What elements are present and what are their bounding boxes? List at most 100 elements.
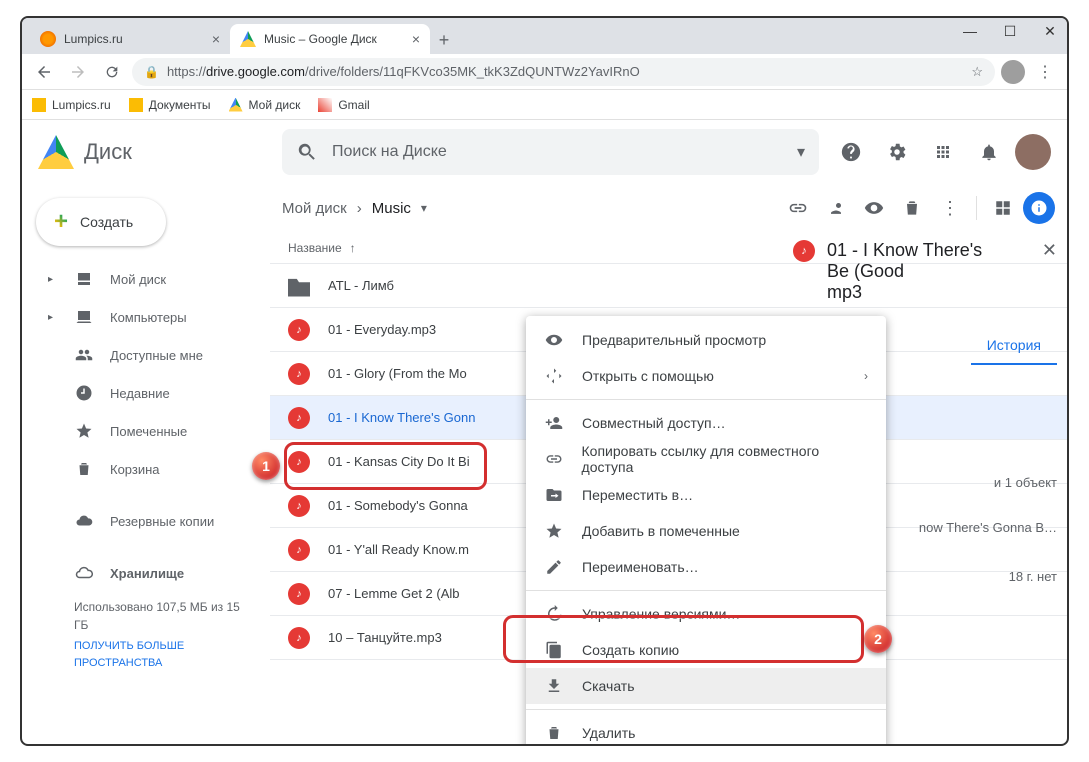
- context-menu: Предварительный просмотр Открыть с помощ…: [526, 316, 886, 746]
- audio-icon: ♪: [288, 451, 310, 473]
- close-icon[interactable]: ×: [212, 31, 220, 47]
- apps-button[interactable]: [923, 132, 963, 172]
- preview-button[interactable]: [856, 190, 892, 226]
- maximize-button[interactable]: ☐: [1001, 22, 1019, 40]
- copy-icon: [544, 640, 564, 660]
- close-icon[interactable]: ✕: [1042, 240, 1057, 261]
- chevron-right-icon: ›: [357, 200, 362, 217]
- menu-rename[interactable]: Переименовать…: [526, 549, 886, 585]
- drive-logo[interactable]: Диск: [38, 135, 270, 169]
- storage-upgrade-link[interactable]: ПОЛУЧИТЬ БОЛЬШЕ ПРОСТРАНСТВА: [74, 638, 254, 671]
- create-button[interactable]: + Создать: [36, 198, 166, 246]
- bookmarks-bar: Lumpics.ru Документы Мой диск Gmail: [22, 90, 1067, 120]
- more-button[interactable]: ⋮: [932, 190, 968, 226]
- minimize-button[interactable]: —: [961, 22, 979, 40]
- menu-download[interactable]: Скачать: [526, 668, 886, 704]
- back-button[interactable]: [30, 58, 58, 86]
- menu-move-to[interactable]: Переместить в…: [526, 477, 886, 513]
- folder-icon: [32, 98, 46, 112]
- annotation-badge: 2: [864, 625, 892, 653]
- bookmark-item[interactable]: Lumpics.ru: [32, 98, 111, 112]
- search-icon: [296, 141, 318, 163]
- sidebar-item-starred[interactable]: Помеченные: [30, 412, 270, 450]
- menu-copy-link[interactable]: Копировать ссылку для совместного доступ…: [526, 441, 886, 477]
- profile-avatar[interactable]: [1001, 60, 1025, 84]
- edit-icon: [544, 557, 564, 577]
- new-tab-button[interactable]: +: [430, 26, 458, 54]
- history-icon: [544, 604, 564, 624]
- sidebar-item-trash[interactable]: Корзина: [30, 450, 270, 488]
- info-button[interactable]: [1023, 192, 1055, 224]
- trash-icon: [544, 723, 564, 743]
- share-button[interactable]: [818, 190, 854, 226]
- menu-open-with[interactable]: Открыть с помощью›: [526, 358, 886, 394]
- trash-icon: [74, 459, 94, 479]
- search-input[interactable]: Поиск на Диске ▾: [282, 129, 819, 175]
- storage-used: Использовано 107,5 МБ из 15 ГБ: [74, 600, 240, 632]
- person-add-icon: [544, 413, 564, 433]
- url-bar: 🔒 https://drive.google.com/drive/folders…: [22, 54, 1067, 90]
- audio-icon: ♪: [288, 319, 310, 341]
- chrome-menu-button[interactable]: ⋮: [1031, 58, 1059, 86]
- tab-history[interactable]: История: [971, 327, 1057, 365]
- menu-make-copy[interactable]: Создать копию: [526, 632, 886, 668]
- sidebar: + Создать ▸Мой диск ▸Компьютеры Доступны…: [22, 184, 270, 744]
- toolbar: Мой диск › Music ▾ ⋮: [270, 184, 1067, 232]
- link-button[interactable]: [780, 190, 816, 226]
- drive-icon: [74, 269, 94, 289]
- people-icon: [74, 345, 94, 365]
- bookmark-item[interactable]: Документы: [129, 98, 211, 112]
- computer-icon: [74, 307, 94, 327]
- browser-tab[interactable]: Lumpics.ru ×: [30, 24, 230, 54]
- breadcrumb-root[interactable]: Мой диск: [282, 200, 347, 217]
- account-avatar[interactable]: [1015, 134, 1051, 170]
- tab-title: Lumpics.ru: [64, 32, 123, 46]
- menu-versions[interactable]: Управление версиями…: [526, 596, 886, 632]
- menu-share[interactable]: Совместный доступ…: [526, 405, 886, 441]
- star-icon: [74, 421, 94, 441]
- sidebar-item-recent[interactable]: Недавние: [30, 374, 270, 412]
- close-icon[interactable]: ×: [412, 31, 420, 47]
- tab-title: Music – Google Диск: [264, 32, 377, 46]
- sidebar-item-storage[interactable]: Хранилище: [30, 554, 270, 592]
- url-path: /drive/folders/11qFKVco35MK_tkK3ZdQUNTWz…: [305, 64, 640, 79]
- dropdown-icon[interactable]: ▾: [421, 201, 427, 215]
- sidebar-item-computers[interactable]: ▸Компьютеры: [30, 298, 270, 336]
- sort-arrow-icon: ↑: [350, 241, 356, 255]
- menu-delete[interactable]: Удалить: [526, 715, 886, 746]
- settings-button[interactable]: [877, 132, 917, 172]
- bookmark-item[interactable]: Мой диск: [229, 98, 301, 112]
- notifications-button[interactable]: [969, 132, 1009, 172]
- help-button[interactable]: [831, 132, 871, 172]
- grid-view-button[interactable]: [985, 190, 1021, 226]
- delete-button[interactable]: [894, 190, 930, 226]
- url-protocol: https://: [167, 64, 206, 79]
- browser-tab-strip: Lumpics.ru × Music – Google Диск × + — ☐…: [22, 18, 1067, 54]
- breadcrumb-current[interactable]: Music: [372, 200, 411, 217]
- audio-icon: ♪: [288, 495, 310, 517]
- audio-icon: ♪: [288, 627, 310, 649]
- address-bar[interactable]: 🔒 https://drive.google.com/drive/folders…: [132, 58, 995, 86]
- browser-tab[interactable]: Music – Google Диск ×: [230, 24, 430, 54]
- sidebar-item-backups[interactable]: Резервные копии: [30, 502, 270, 540]
- eye-icon: [544, 330, 564, 350]
- menu-preview[interactable]: Предварительный просмотр: [526, 322, 886, 358]
- url-host: drive.google.com: [206, 64, 305, 79]
- bookmark-star-icon[interactable]: ☆: [971, 64, 983, 80]
- menu-star[interactable]: Добавить в помеченные: [526, 513, 886, 549]
- forward-button[interactable]: [64, 58, 92, 86]
- close-button[interactable]: ✕: [1041, 22, 1059, 40]
- dropdown-icon[interactable]: ▾: [797, 142, 805, 162]
- reload-button[interactable]: [98, 58, 126, 86]
- details-filename: 01 - I Know There's Be (Good mp3: [827, 240, 1030, 303]
- annotation-badge: 1: [252, 452, 280, 480]
- sidebar-item-mydrive[interactable]: ▸Мой диск: [30, 260, 270, 298]
- cloud-icon: [74, 511, 94, 531]
- gmail-icon: [318, 98, 332, 112]
- folder-icon: [288, 275, 310, 297]
- sidebar-item-shared[interactable]: Доступные мне: [30, 336, 270, 374]
- audio-icon: ♪: [288, 583, 310, 605]
- breadcrumb: Мой диск › Music ▾: [282, 200, 427, 217]
- drive-title: Диск: [84, 139, 132, 165]
- bookmark-item[interactable]: Gmail: [318, 98, 369, 112]
